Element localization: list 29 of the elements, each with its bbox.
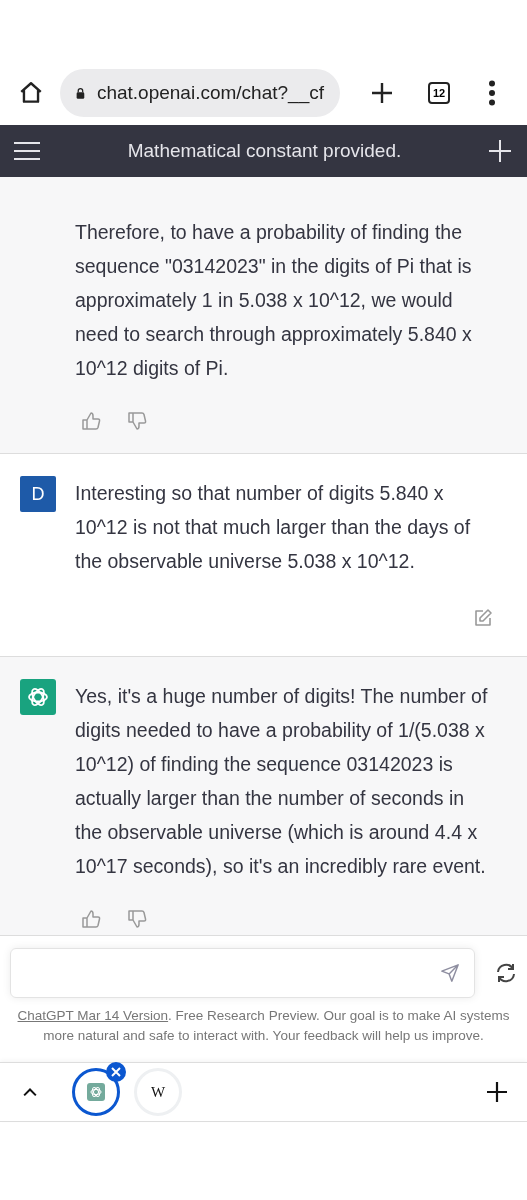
message-text: Interesting so that number of digits 5.840 x 10^12 is not that much larger than the days of the observable universe 5.038 x 10^12. [75, 481, 472, 574]
thumbs-up-icon[interactable] [81, 909, 101, 929]
message-input[interactable] [10, 948, 475, 998]
message-text: Therefore, to have a probability of finding the sequence "03142023" in the digits of Pi that is approximately 1 in 5.038 x 10^12, we would need to search through approximately 5.840 x 10^12 digits of Pi. [75, 220, 473, 381]
chevron-up-icon[interactable] [22, 1087, 38, 1097]
send-icon[interactable] [440, 963, 460, 983]
message-text: Yes, it's a huge number of digits! The number of digits needed to have a probability of 1/(5.038 x 10^12) of finding the sequence 03142023 is actually larger than the number of seconds in the observable universe (which is around 4.4 x 10^17 seconds), so it's an incredibly rare event. [75, 684, 489, 879]
regenerate-icon[interactable] [495, 962, 517, 984]
thumbs-up-icon[interactable] [81, 411, 101, 431]
wiki-logo: W [150, 1083, 166, 1101]
user-avatar: D [20, 476, 56, 512]
more-icon[interactable] [488, 79, 496, 106]
close-icon[interactable] [106, 1062, 126, 1082]
thumbs-down-icon[interactable] [127, 909, 147, 929]
menu-icon[interactable] [14, 141, 40, 161]
chatgpt-logo-icon [87, 1083, 105, 1101]
thumbs-down-icon[interactable] [127, 411, 147, 431]
url-text: chat.openai.com/chat?__cf [96, 81, 324, 104]
plus-icon[interactable] [487, 1082, 507, 1102]
disclaimer-text: ChatGPT Mar 14 Version. Free Research Preview. Our goal is to make AI systems more natural and safe to interact with. Your feedback will help us improve. [16, 1007, 511, 1045]
chat-title: Mathematical constant provided. [127, 140, 402, 162]
assistant-logo-icon [20, 679, 56, 715]
home-icon[interactable] [18, 79, 44, 106]
tab-button[interactable]: W [134, 1068, 182, 1116]
edit-icon[interactable] [473, 608, 493, 628]
plus-icon[interactable] [370, 80, 394, 105]
tab-count-button[interactable]: 12 [428, 81, 450, 104]
address-bar[interactable]: chat.openai.com/chat?__cf [60, 68, 340, 117]
version-link[interactable]: ChatGPT Mar 14 Version [17, 1008, 169, 1023]
